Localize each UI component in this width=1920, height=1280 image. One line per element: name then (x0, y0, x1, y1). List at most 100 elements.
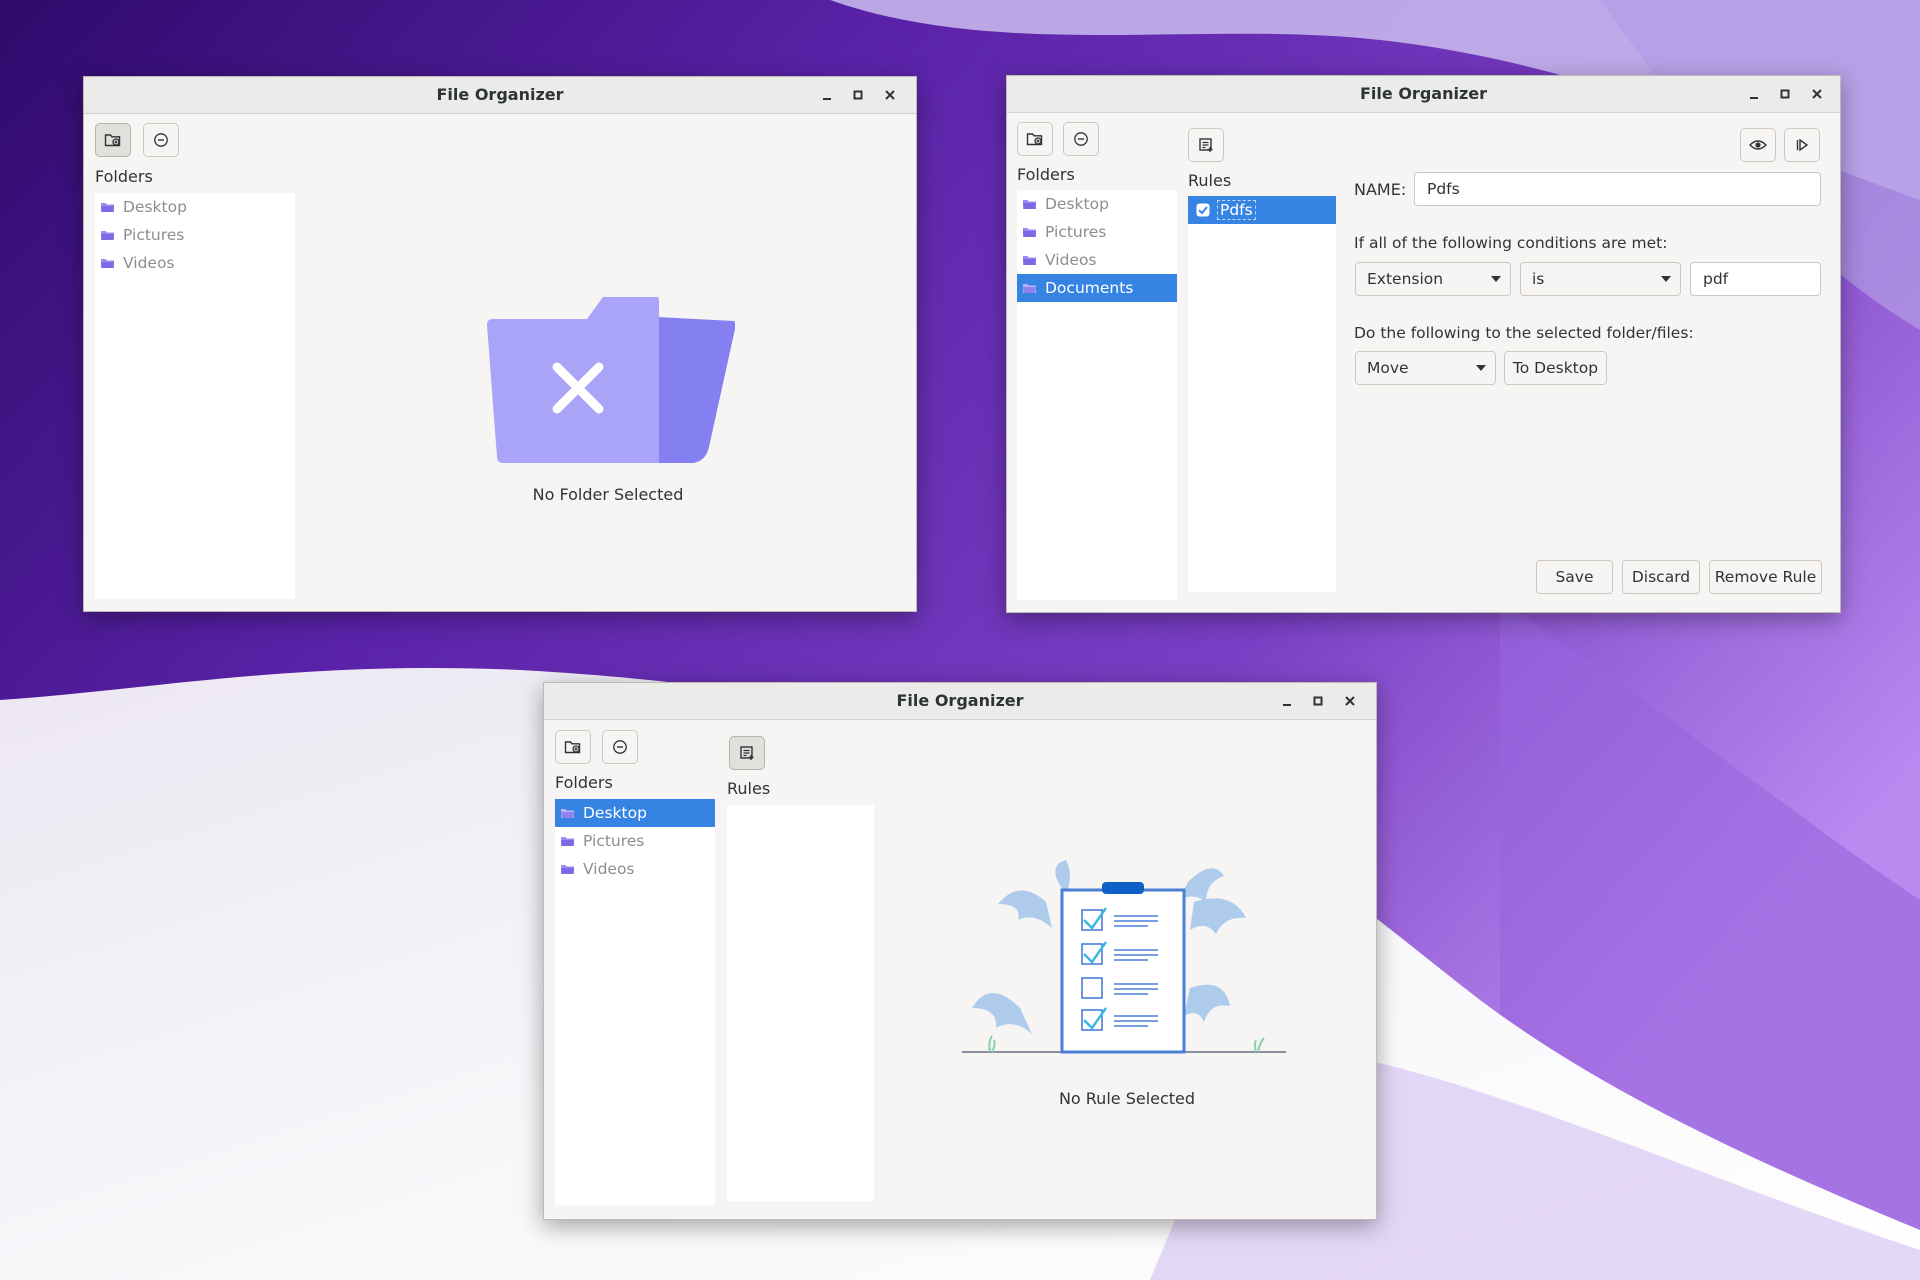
titlebar[interactable]: File Organizer (1007, 76, 1840, 113)
list-item-label: Videos (583, 860, 635, 878)
list-item-label: Pictures (583, 832, 645, 850)
action-value: Move (1367, 359, 1409, 377)
empty-folder-illustration (487, 297, 735, 463)
list-item[interactable]: Pictures (95, 221, 295, 249)
window-title: File Organizer (436, 85, 564, 104)
folder-add-icon (1026, 133, 1043, 146)
folders-list: Desktop Pictures Videos (555, 799, 715, 1205)
maximize-icon[interactable] (1775, 84, 1795, 104)
actions-label: Do the following to the selected folder/… (1354, 324, 1694, 342)
condition-operator-value: is (1532, 270, 1545, 288)
window-title: File Organizer (1360, 84, 1487, 103)
list-item[interactable]: Desktop (95, 193, 295, 221)
list-item[interactable]: Pictures (1017, 218, 1177, 246)
chevron-down-icon (1476, 365, 1486, 371)
remove-rule-button[interactable]: Remove Rule (1709, 560, 1822, 594)
folder-icon (560, 835, 575, 847)
list-item-label: Videos (1045, 251, 1097, 269)
list-item-label: Desktop (1045, 195, 1109, 213)
list-item-label: Videos (123, 254, 175, 272)
chevron-down-icon (1661, 276, 1671, 282)
remove-folder-button[interactable] (602, 730, 638, 764)
discard-button[interactable]: Discard (1622, 560, 1700, 594)
folders-list: Desktop Pictures Videos (95, 193, 295, 599)
add-folder-button[interactable] (555, 730, 591, 764)
add-folder-button[interactable] (1017, 122, 1053, 156)
rules-list (727, 805, 874, 1201)
titlebar[interactable]: File Organizer (544, 683, 1376, 720)
action-dropdown[interactable]: Move (1355, 351, 1496, 385)
eye-icon (1749, 140, 1767, 150)
close-icon[interactable] (1340, 691, 1360, 711)
folder-icon (1022, 254, 1037, 266)
close-icon[interactable] (880, 85, 900, 105)
list-item[interactable]: Pictures (555, 827, 715, 855)
chevron-down-icon (1491, 276, 1501, 282)
condition-operator-dropdown[interactable]: is (1520, 262, 1681, 296)
list-item-label: Pictures (1045, 223, 1107, 241)
save-button[interactable]: Save (1536, 560, 1613, 594)
list-item-label: Documents (1045, 279, 1134, 297)
folder-add-icon (104, 134, 121, 147)
rules-label: Rules (1188, 171, 1232, 190)
list-item-selected[interactable]: Desktop (555, 799, 715, 827)
name-label: NAME: (1354, 180, 1407, 199)
maximize-icon[interactable] (1308, 691, 1328, 711)
condition-field-dropdown[interactable]: Extension (1355, 262, 1511, 296)
remove-circle-icon (154, 133, 168, 147)
close-icon[interactable] (1807, 84, 1827, 104)
preview-button[interactable] (1740, 128, 1776, 162)
window-file-organizer-2: File Organizer Folders Rules Desktop Pic (1006, 75, 1841, 613)
folder-icon (560, 863, 575, 875)
folders-label: Folders (95, 167, 153, 186)
rule-enabled-checkbox[interactable] (1196, 203, 1210, 217)
list-item-selected[interactable]: Documents (1017, 274, 1177, 302)
folder-icon (100, 229, 115, 241)
window-file-organizer-1: File Organizer Folders Desktop Pictures … (83, 76, 917, 612)
window-file-organizer-3: File Organizer Folders Rules Desktop Pic… (543, 682, 1377, 1220)
add-folder-button[interactable] (95, 123, 131, 157)
remove-folder-button[interactable] (1063, 122, 1099, 156)
folder-icon (1022, 198, 1037, 210)
condition-value-input[interactable]: pdf (1690, 262, 1821, 296)
titlebar[interactable]: File Organizer (84, 77, 916, 114)
list-item[interactable]: Videos (555, 855, 715, 883)
rules-label: Rules (727, 779, 771, 798)
minimize-icon[interactable] (817, 85, 837, 105)
minimize-icon[interactable] (1277, 691, 1297, 711)
list-item[interactable]: Videos (1017, 246, 1177, 274)
list-item-label: Pictures (123, 226, 185, 244)
action-target-button[interactable]: To Desktop (1504, 351, 1607, 385)
folders-label: Folders (555, 773, 613, 792)
empty-state-message: No Rule Selected (1058, 1089, 1196, 1108)
rule-item-selected[interactable]: Pdfs (1188, 196, 1336, 224)
folders-label: Folders (1017, 165, 1075, 184)
run-button[interactable] (1784, 128, 1820, 162)
window-title: File Organizer (896, 691, 1024, 710)
empty-state-message: No Folder Selected (532, 485, 684, 504)
remove-circle-icon (1074, 132, 1088, 146)
list-item[interactable]: Desktop (1017, 190, 1177, 218)
remove-folder-button[interactable] (143, 123, 179, 157)
list-item-label: Desktop (583, 804, 647, 822)
rule-name-input[interactable]: Pdfs (1414, 172, 1821, 206)
list-item-label: Desktop (123, 198, 187, 216)
checklist-illustration (962, 860, 1286, 1054)
folders-list: Desktop Pictures Videos Documents (1017, 190, 1177, 600)
folder-icon (100, 201, 115, 213)
list-item[interactable]: Videos (95, 249, 295, 277)
folder-icon (1022, 226, 1037, 238)
rules-list: Pdfs (1188, 196, 1336, 592)
play-icon (1796, 138, 1809, 152)
folder-add-icon (564, 741, 581, 754)
condition-field-value: Extension (1367, 270, 1444, 288)
rule-name: Pdfs (1217, 200, 1256, 220)
maximize-icon[interactable] (848, 85, 868, 105)
remove-circle-icon (613, 740, 627, 754)
add-rule-icon (1199, 138, 1213, 152)
add-rule-button[interactable] (729, 736, 765, 770)
folder-icon (100, 257, 115, 269)
folder-icon (1022, 282, 1037, 294)
minimize-icon[interactable] (1744, 84, 1764, 104)
add-rule-button[interactable] (1188, 128, 1224, 162)
